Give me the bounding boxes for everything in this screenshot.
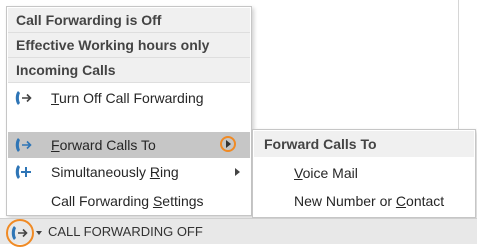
call-forwarding-status-button[interactable] bbox=[4, 219, 46, 247]
menu-item-label: Forward Calls To bbox=[51, 137, 156, 153]
background-divider bbox=[458, 0, 459, 130]
submenu-header: Forward Calls To bbox=[254, 131, 474, 157]
menu-item-label: Call Forwarding Settings bbox=[51, 193, 204, 209]
menu-item-label: Turn Off Call Forwarding bbox=[51, 90, 204, 106]
forward-calls-to-submenu: Forward Calls To Voice Mail New Number o… bbox=[252, 129, 476, 218]
phone-forward-icon bbox=[14, 136, 34, 154]
menu-header-incoming: Incoming Calls bbox=[8, 58, 250, 82]
submenu-item-label: New Number or Contact bbox=[294, 193, 445, 209]
call-forwarding-menu: Call Forwarding is Off Effective Working… bbox=[6, 6, 252, 216]
call-forwarding-status-text: CALL FORWARDING OFF bbox=[48, 224, 203, 239]
chevron-down-icon bbox=[36, 231, 42, 235]
menu-item-call-forwarding-settings[interactable]: Call Forwarding Settings bbox=[8, 188, 250, 214]
menu-separator bbox=[8, 82, 250, 83]
submenu-arrow-icon bbox=[220, 136, 236, 152]
phone-plus-icon bbox=[14, 163, 34, 181]
chevron-right-icon bbox=[235, 168, 240, 176]
menu-header-hours: Effective Working hours only bbox=[8, 33, 250, 57]
menu-item-label: Simultaneously Ring bbox=[51, 164, 179, 180]
submenu-item-label: Voice Mail bbox=[294, 165, 358, 181]
submenu-item-voice-mail[interactable]: Voice Mail bbox=[254, 159, 474, 187]
menu-item-turn-off-forwarding[interactable]: Turn Off Call Forwarding bbox=[8, 85, 250, 111]
phone-forward-icon bbox=[10, 224, 30, 242]
phone-forward-icon bbox=[14, 89, 34, 107]
menu-item-simultaneously-ring[interactable]: Simultaneously Ring bbox=[8, 159, 250, 185]
menu-item-forward-calls-to[interactable]: Forward Calls To bbox=[8, 132, 250, 158]
menu-header-status: Call Forwarding is Off bbox=[8, 8, 250, 32]
submenu-item-new-number-or-contact[interactable]: New Number or Contact bbox=[254, 187, 474, 215]
